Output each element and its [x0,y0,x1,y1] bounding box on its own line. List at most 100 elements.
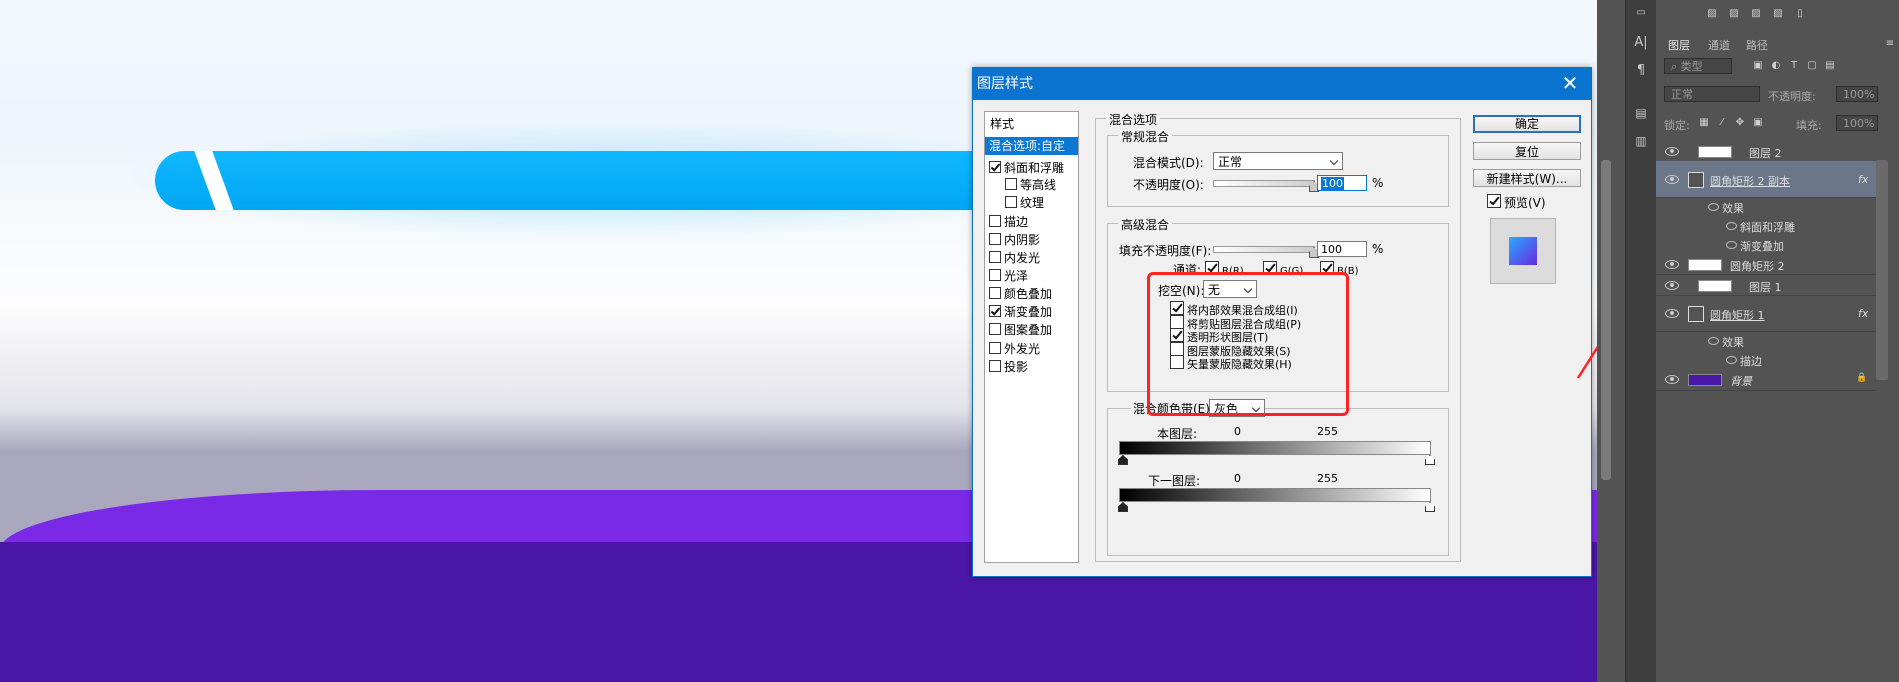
style-checkbox-color-overlay[interactable] [989,287,1001,299]
style-checkbox-contour[interactable] [1005,178,1017,190]
style-item-texture[interactable]: 纹理 [1005,194,1044,212]
layer-row[interactable]: 图层 1 [1656,274,1876,296]
character-icon[interactable]: A| [1632,34,1650,52]
adjustment-icon[interactable]: ▨ [1706,8,1718,20]
style-checkbox-stroke[interactable] [989,215,1001,227]
lock-brush-icon[interactable]: ⁄ [1716,117,1728,129]
opacity-input[interactable]: 100 [1317,175,1367,191]
style-item-drop-shadow[interactable]: 投影 [989,358,1028,376]
filter-type-icon[interactable]: T [1788,60,1800,72]
adjustment-icon[interactable]: ▨ [1750,8,1762,20]
eye-icon[interactable] [1708,337,1719,345]
layer-row[interactable]: 圆角矩形 1 fx [1656,295,1876,332]
effects-group[interactable]: 效果 [1656,197,1876,215]
style-checkbox-satin[interactable] [989,269,1001,281]
layer-row[interactable]: 图层 2 [1656,140,1876,162]
style-item-bevel-emboss[interactable]: 斜面和浮雕 [989,159,1064,177]
opacity-slider[interactable] [1213,180,1315,187]
style-checkbox-gradient-overlay[interactable] [989,305,1001,317]
effects-label: 效果 [1722,202,1744,215]
fx-icon[interactable]: fx [1858,307,1868,320]
layer-row[interactable]: 圆角矩形 2 副本 fx [1656,161,1876,198]
eye-icon[interactable] [1665,260,1679,269]
layer-thumbnail [1698,146,1732,158]
layer-opacity-input[interactable]: 100% [1836,86,1878,102]
style-checkbox-inner-glow[interactable] [989,251,1001,263]
filter-smart-icon[interactable]: ▤ [1824,60,1836,72]
style-checkbox-pattern-overlay[interactable] [989,323,1001,335]
eye-icon[interactable] [1665,375,1679,384]
lock-pixels-icon[interactable]: ▦ [1698,117,1710,129]
style-item-outer-glow[interactable]: 外发光 [989,340,1040,358]
style-checkbox-inner-shadow[interactable] [989,233,1001,245]
effect-item[interactable]: 渐变叠加 [1656,234,1876,253]
effects-group[interactable]: 效果 [1656,331,1876,349]
adjustment-icon[interactable]: ▨ [1772,8,1784,20]
layer-name: 描边 [1740,355,1762,368]
preview-option[interactable]: 预览(V) [1487,194,1546,211]
lock-position-icon[interactable]: ✥ [1734,117,1746,129]
style-item-color-overlay[interactable]: 颜色叠加 [989,285,1052,303]
eye-icon[interactable] [1726,222,1737,230]
layer-row[interactable]: 圆角矩形 2 [1656,253,1876,275]
adjustments-icon[interactable]: ▥ [1632,132,1650,150]
eye-icon[interactable] [1665,147,1679,156]
tab-channels[interactable]: 通道 [1708,37,1730,53]
preview-label: 预览(V) [1504,196,1546,210]
chevron-down-icon [1329,156,1339,166]
layer-name: 图层 2 [1749,147,1782,160]
filter-pixel-icon[interactable]: ▣ [1752,60,1764,72]
style-item-blending-options[interactable]: 混合选项:自定 [985,137,1078,155]
style-item-gradient-overlay[interactable]: 渐变叠加 [989,303,1052,321]
eye-icon[interactable] [1665,175,1679,184]
filter-kind-select[interactable]: ⌕ 类型 [1664,58,1732,74]
style-item-inner-glow[interactable]: 内发光 [989,249,1040,267]
style-checkbox-outer-glow[interactable] [989,342,1001,354]
style-checkbox-texture[interactable] [1005,196,1017,208]
eye-icon[interactable] [1665,281,1679,290]
ok-button[interactable]: 确定 [1473,115,1581,133]
layers-scrollbar[interactable] [1876,160,1888,380]
adjustment-icon[interactable]: ▯ [1794,8,1806,20]
style-checkbox-drop-shadow[interactable] [989,360,1001,372]
new-style-button[interactable]: 新建样式(W)... [1473,169,1581,187]
layer-blend-mode-select[interactable]: 正常 [1664,86,1760,102]
tab-paths[interactable]: 路径 [1746,37,1768,53]
style-item-pattern-overlay[interactable]: 图案叠加 [989,321,1052,339]
this-layer-min: 0 [1234,425,1241,438]
fill-opacity-input[interactable]: 100 [1317,241,1367,257]
eye-icon[interactable] [1726,356,1737,364]
vertical-scrollbar[interactable] [1601,160,1611,480]
paragraph-icon[interactable]: ¶ [1632,62,1650,80]
eye-icon[interactable] [1708,203,1719,211]
style-item-inner-shadow[interactable]: 内阴影 [989,231,1040,249]
close-icon[interactable]: ✕ [1555,68,1585,100]
properties-icon[interactable]: ▤ [1632,104,1650,122]
effect-item[interactable]: 斜面和浮雕 [1656,215,1876,234]
layer-blend-mode-value: 正常 [1671,88,1693,101]
preview-checkbox[interactable] [1487,194,1501,208]
eye-icon[interactable] [1665,309,1679,318]
style-item-stroke[interactable]: 描边 [989,213,1028,231]
style-checkbox-bevel-emboss[interactable] [989,161,1001,173]
blend-mode-label: 混合模式(D): [1133,156,1204,170]
fill-opacity-slider[interactable] [1213,246,1315,253]
effect-item[interactable]: 描边 [1656,349,1876,368]
fx-icon[interactable]: fx [1858,173,1868,186]
blend-mode-select[interactable]: 正常 [1213,152,1343,170]
style-item-satin[interactable]: 光泽 [989,267,1028,285]
panel-menu-icon[interactable]: ≡ [1884,38,1896,50]
history-icon[interactable]: ▭ [1632,4,1650,22]
filter-shape-icon[interactable]: ▢ [1806,60,1818,72]
layer-row[interactable]: 背景 🔒 [1656,368,1876,391]
style-label-texture: 纹理 [1020,196,1045,210]
lock-all-icon[interactable]: ▣ [1752,117,1764,129]
reset-button[interactable]: 复位 [1473,142,1581,160]
tab-layers[interactable]: 图层 [1668,37,1690,53]
filter-adjust-icon[interactable]: ◐ [1770,60,1782,72]
layer-fill-input[interactable]: 100% [1836,115,1878,131]
adjustment-icon[interactable]: ▨ [1728,8,1740,20]
style-label-outer-glow: 外发光 [1004,342,1041,356]
style-item-contour[interactable]: 等高线 [1005,176,1056,194]
eye-icon[interactable] [1726,241,1737,249]
